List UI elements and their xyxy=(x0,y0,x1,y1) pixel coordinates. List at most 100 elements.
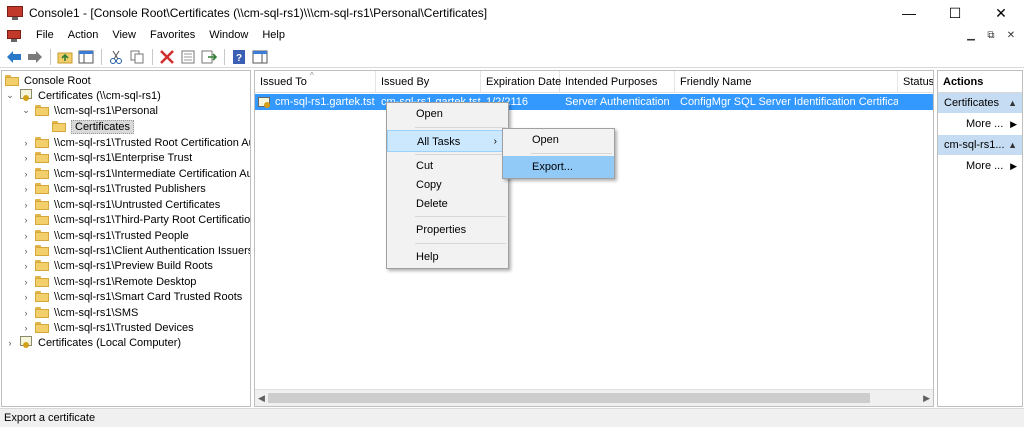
ctx-copy[interactable]: Copy xyxy=(387,176,508,195)
folder-icon xyxy=(35,214,49,225)
ctx-open[interactable]: Open xyxy=(387,103,508,125)
chevron-right-icon[interactable]: › xyxy=(21,215,31,225)
chevron-right-icon[interactable]: › xyxy=(21,200,31,210)
chevron-right-icon[interactable]: › xyxy=(21,292,31,302)
actions-pane: Actions Certificates ▲ More ... ▶ cm-sql-r… xyxy=(937,70,1023,407)
collapse-up-icon[interactable]: ▲ xyxy=(1008,93,1017,113)
menu-action[interactable]: Action xyxy=(61,26,106,45)
menu-window[interactable]: Window xyxy=(202,26,255,45)
show-hide-action-pane-icon[interactable] xyxy=(251,48,269,66)
menu-file[interactable]: File xyxy=(29,26,61,45)
cell-intended-purposes: Server Authentication xyxy=(565,96,670,108)
ctx-delete[interactable]: Delete xyxy=(387,195,508,214)
folder-icon xyxy=(35,183,49,194)
minimize-button[interactable]: — xyxy=(886,0,932,26)
chevron-down-icon[interactable]: ⌄ xyxy=(5,90,15,101)
chevron-right-icon[interactable]: › xyxy=(21,169,31,179)
column-friendly-name[interactable]: Friendly Name xyxy=(675,71,898,93)
help-icon[interactable]: ? xyxy=(230,48,248,66)
export-list-icon[interactable] xyxy=(200,48,218,66)
tree-node-store[interactable]: › \\cm-sql-rs1\SMS xyxy=(21,305,139,320)
scrollbar-thumb[interactable] xyxy=(268,393,870,403)
column-expiration-date[interactable]: Expiration Date xyxy=(481,71,561,93)
certificate-snapin-icon xyxy=(19,336,33,349)
chevron-right-icon[interactable]: › xyxy=(5,338,15,348)
tree-node-store[interactable]: › \\cm-sql-rs1\Enterprise Trust xyxy=(21,150,193,165)
column-intended-purposes[interactable]: Intended Purposes xyxy=(560,71,675,93)
column-issued-by[interactable]: Issued By xyxy=(376,71,481,93)
folder-icon xyxy=(35,230,49,241)
child-minimize-icon[interactable]: ▁ xyxy=(964,29,978,43)
chevron-right-icon[interactable]: › xyxy=(21,277,31,287)
child-restore-icon[interactable]: ⧉ xyxy=(984,29,998,43)
ctx-help[interactable]: Help xyxy=(387,246,508,268)
actions-group-certificates[interactable]: Certificates ▲ xyxy=(938,93,1022,113)
chevron-right-icon[interactable]: › xyxy=(21,184,31,194)
tree-node-store[interactable]: › \\cm-sql-rs1\Preview Build Roots xyxy=(21,258,213,273)
chevron-right-icon[interactable]: › xyxy=(21,153,31,163)
tree-node-console-root[interactable]: Console Root xyxy=(5,73,91,88)
chevron-right-icon[interactable]: › xyxy=(21,308,31,318)
column-issued-to[interactable]: ^ Issued To xyxy=(255,71,376,93)
tree-node-store[interactable]: › \\cm-sql-rs1\Smart Card Trusted Roots xyxy=(21,289,243,304)
copy-icon[interactable] xyxy=(128,48,146,66)
back-arrow-icon[interactable] xyxy=(5,48,23,66)
properties-icon[interactable] xyxy=(179,48,197,66)
cut-icon[interactable] xyxy=(107,48,125,66)
submenu-open[interactable]: Open xyxy=(503,129,614,151)
up-folder-icon[interactable] xyxy=(56,48,74,66)
tree-node-personal-certificates[interactable]: Certificates xyxy=(52,119,135,134)
table-row[interactable]: cm-sql-rs1.gartek.tst cm-sql-rs1.gartek.… xyxy=(255,94,933,110)
folder-icon xyxy=(35,168,49,179)
ctx-properties[interactable]: Properties xyxy=(387,219,508,241)
actions-group-selected-cert[interactable]: cm-sql-rs1... ▲ xyxy=(938,135,1022,155)
console-tree[interactable]: Console Root ⌄ Certificates (\\cm-sql-rs… xyxy=(1,70,251,407)
tree-node-store[interactable]: › \\cm-sql-rs1\Trusted Root Certification… xyxy=(21,135,251,150)
delete-icon[interactable] xyxy=(158,48,176,66)
tree-node-store[interactable]: › \\cm-sql-rs1\Trusted Publishers xyxy=(21,181,206,196)
actions-more-selected-cert[interactable]: More ... ▶ xyxy=(938,155,1022,177)
tree-node-store[interactable]: › \\cm-sql-rs1\Trusted Devices xyxy=(21,320,194,335)
tree-node-store[interactable]: › \\cm-sql-rs1\Remote Desktop xyxy=(21,274,197,289)
folder-icon xyxy=(35,152,49,163)
chevron-down-icon[interactable]: ⌄ xyxy=(21,105,31,116)
scroll-right-icon[interactable]: ▶ xyxy=(923,393,930,404)
tree-node-personal[interactable]: ⌄ \\cm-sql-rs1\Personal xyxy=(21,103,158,118)
cell-status xyxy=(898,94,933,110)
ctx-all-tasks[interactable]: All Tasks › xyxy=(387,130,508,152)
ctx-cut[interactable]: Cut xyxy=(387,157,508,176)
certificate-list[interactable]: ^ Issued To Issued By Expiration Date Int… xyxy=(254,70,934,407)
horizontal-scrollbar[interactable]: ◀ ▶ xyxy=(255,389,933,406)
chevron-right-icon[interactable]: › xyxy=(21,138,31,148)
tree-node-store[interactable]: › \\cm-sql-rs1\Trusted People xyxy=(21,228,189,243)
maximize-button[interactable]: ☐ xyxy=(932,0,978,26)
actions-more-certificates[interactable]: More ... ▶ xyxy=(938,113,1022,135)
forward-arrow-icon[interactable] xyxy=(26,48,44,66)
menu-view[interactable]: View xyxy=(105,26,143,45)
menu-help[interactable]: Help xyxy=(255,26,292,45)
child-close-icon[interactable]: ✕ xyxy=(1004,29,1018,43)
all-tasks-submenu: Open Export... xyxy=(502,128,615,179)
close-button[interactable]: ✕ xyxy=(978,0,1024,26)
tree-node-store[interactable]: › \\cm-sql-rs1\Third-Party Root Certifica… xyxy=(21,212,251,227)
chevron-right-icon[interactable]: › xyxy=(21,231,31,241)
menu-favorites[interactable]: Favorites xyxy=(143,26,202,45)
cell-friendly-name: ConfigMgr SQL Server Identification Cert… xyxy=(680,96,898,108)
tree-node-store[interactable]: › \\cm-sql-rs1\Client Authentication Issu… xyxy=(21,243,251,258)
collapse-up-icon[interactable]: ▲ xyxy=(1008,135,1017,155)
column-status[interactable]: Status xyxy=(898,71,933,93)
chevron-right-icon[interactable]: › xyxy=(21,261,31,271)
mmc-system-menu-icon[interactable] xyxy=(7,29,21,42)
chevron-right-icon[interactable]: › xyxy=(21,323,31,333)
mmc-app-icon[interactable] xyxy=(7,6,23,20)
tree-node-certificates-local-computer[interactable]: › Certificates (Local Computer) xyxy=(5,335,181,350)
tree-node-store[interactable]: › \\cm-sql-rs1\Intermediate Certification… xyxy=(21,166,251,181)
tree-node-certificates-cm-sql-rs1[interactable]: ⌄ Certificates (\\cm-sql-rs1) xyxy=(5,88,161,103)
expand-right-icon: ▶ xyxy=(1010,161,1017,171)
tree-node-store[interactable]: › \\cm-sql-rs1\Untrusted Certificates xyxy=(21,197,221,212)
show-hide-tree-icon[interactable] xyxy=(77,48,95,66)
scroll-left-icon[interactable]: ◀ xyxy=(258,393,265,404)
submenu-export[interactable]: Export... xyxy=(503,156,614,178)
folder-icon xyxy=(52,121,66,132)
chevron-right-icon[interactable]: › xyxy=(21,246,31,256)
